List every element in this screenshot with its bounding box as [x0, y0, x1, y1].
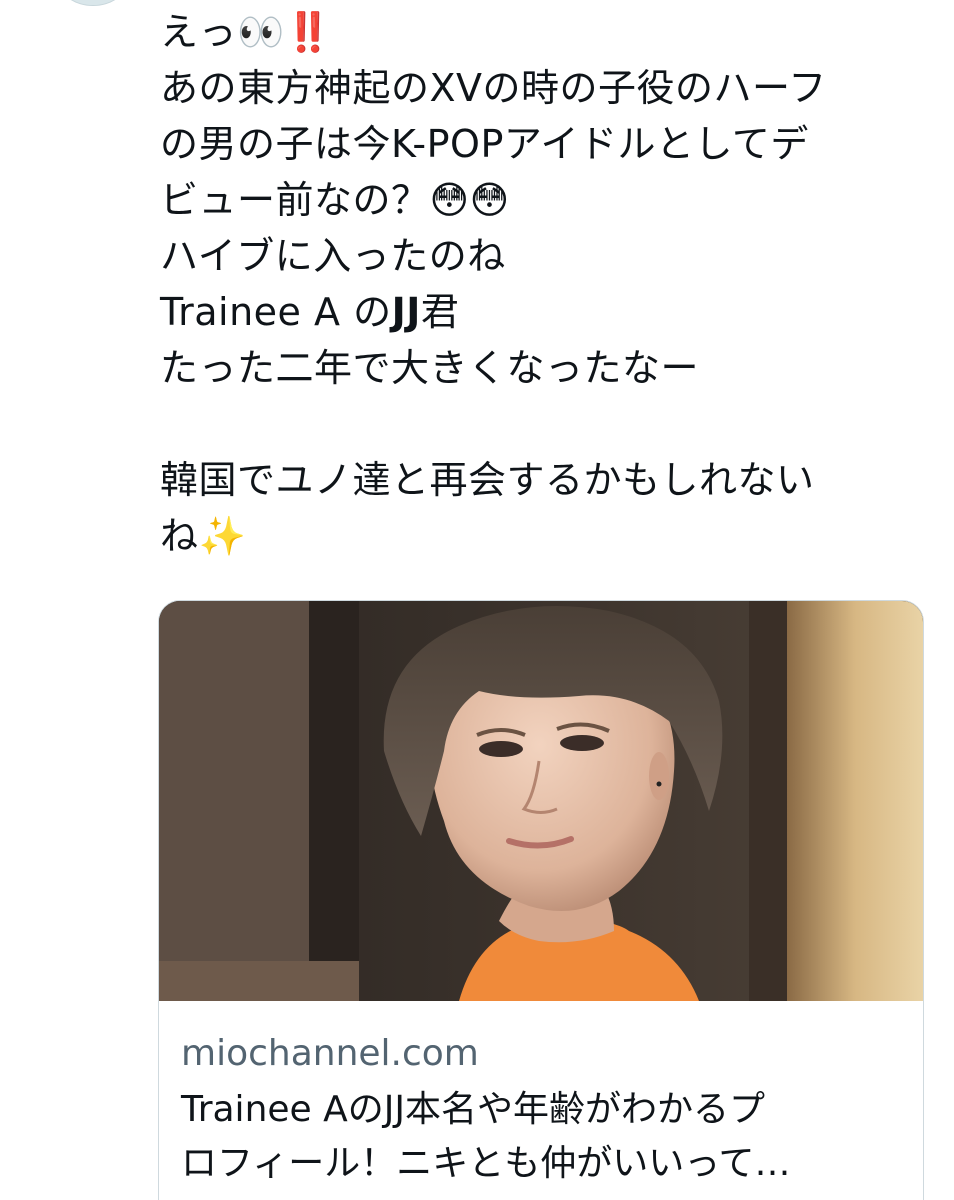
tweet-line: あの東方神起のXVの時の子役のハーフ [160, 66, 827, 110]
link-domain[interactable]: miochannel.com [181, 1029, 911, 1079]
tweet-line: たった二年で大きくなったなー [160, 346, 700, 390]
tweet-line: えっ👀‼️ [160, 10, 333, 54]
preview-photo [159, 601, 923, 1001]
tweet-bold-segment: JJ [391, 290, 421, 334]
link-preview-meta[interactable]: miochannel.com Trainee AのJJ本名や年齢がわかるプ ロフ… [181, 1029, 911, 1191]
tweet-line: ビュー前なの？😳😳 [160, 178, 510, 222]
headline-line: ロフィール！ニキとも仲がいいって… [181, 1143, 791, 1184]
author-avatar[interactable] [60, 0, 126, 6]
tweet-text-segment: 君 [420, 290, 460, 334]
tweet-text-segment: Trainee A の [160, 290, 392, 334]
link-preview-card[interactable]: miochannel.com Trainee AのJJ本名や年齢がわかるプ ロフ… [158, 600, 924, 1200]
link-preview-image[interactable] [159, 601, 923, 1001]
tweet-line: 韓国でユノ達と再会するかもしれない [160, 458, 815, 502]
headline-line: Trainee AのJJ本名や年齢がわかるプ [181, 1089, 765, 1130]
tweet-body: えっ👀‼️ あの東方神起のXVの時の子役のハーフ の男の子は今K-POPアイドル… [160, 4, 940, 564]
tweet-line: Trainee A のJJ君 [160, 284, 940, 340]
tweet-screen: えっ👀‼️ あの東方神起のXVの時の子役のハーフ の男の子は今K-POPアイドル… [0, 0, 954, 1200]
tweet-line: ね✨ [160, 514, 247, 558]
tweet-line: ハイブに入ったのね [160, 234, 506, 278]
tweet-line: の男の子は今K-POPアイドルとしてデ [160, 122, 809, 166]
link-headline[interactable]: Trainee AのJJ本名や年齢がわかるプ ロフィール！ニキとも仲がいいって… [181, 1083, 911, 1191]
